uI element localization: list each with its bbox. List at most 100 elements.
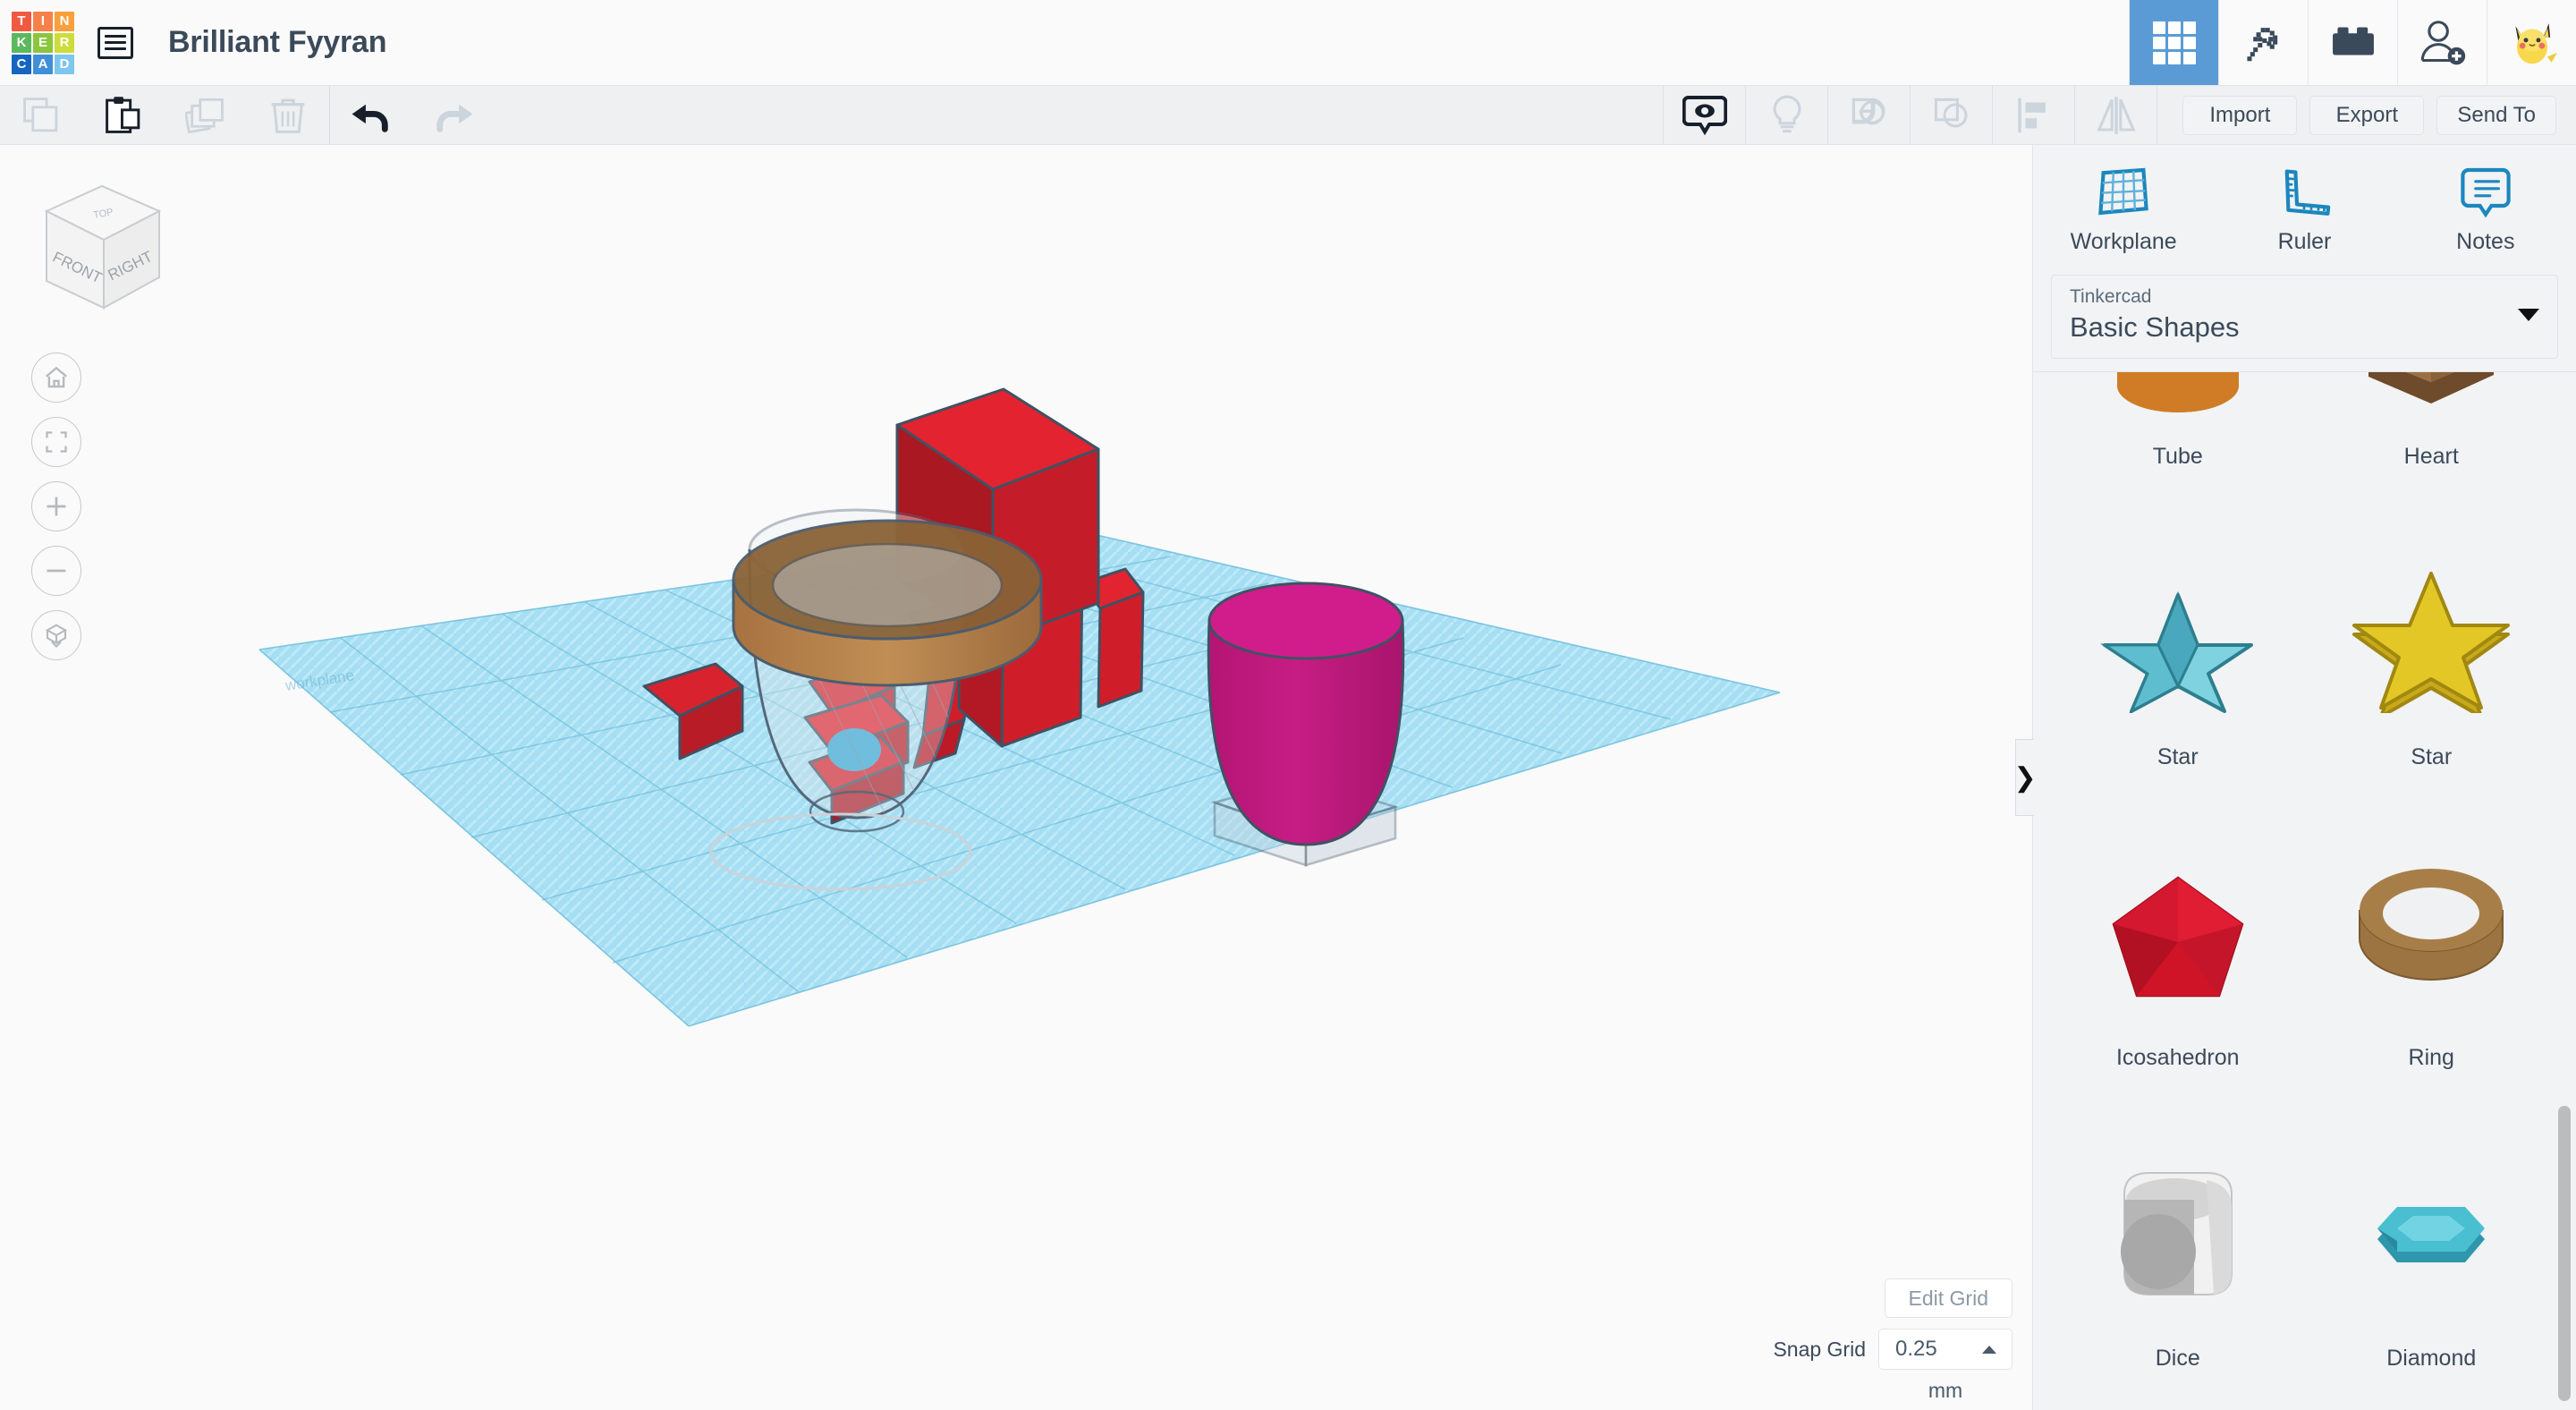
magenta-cup[interactable]	[1207, 582, 1405, 846]
ruler-icon	[2285, 169, 2331, 216]
copy-button[interactable]	[0, 86, 82, 144]
io-button-group: Import Export Send To	[2157, 86, 2576, 144]
logo-tile-c: C	[12, 54, 31, 74]
shape-library-source: Tinkercad	[2070, 286, 2152, 307]
shape-dice[interactable]: Dice	[2051, 1122, 2305, 1410]
duplicate-icon	[185, 98, 224, 133]
mirror-icon	[2097, 96, 2136, 134]
pikachu-avatar-icon	[2514, 22, 2557, 64]
lego-brick-icon	[2332, 26, 2374, 55]
dice-icon	[2051, 1122, 2305, 1346]
fit-brackets-icon	[46, 431, 67, 453]
export-button[interactable]: Export	[2309, 95, 2425, 135]
redo-arrow-icon	[436, 104, 473, 132]
show-hide-button[interactable]	[1663, 86, 1745, 144]
design-canvas[interactable]: workplane FRONT RIGHT TOP Edit Grid Snap…	[0, 145, 2032, 1410]
send-to-button[interactable]: Send To	[2436, 95, 2556, 135]
grid-controls: Edit Grid Snap Grid 0.25 mm	[1744, 1278, 2012, 1403]
shape-label: Star	[2157, 744, 2199, 769]
trash-icon	[271, 98, 305, 133]
logo-tile-n: N	[55, 11, 74, 31]
logo-tile-i: I	[33, 11, 53, 31]
duplicate-button[interactable]	[165, 86, 247, 144]
shape-ring[interactable]: Ring	[2305, 821, 2559, 1122]
undo-button[interactable]	[330, 86, 412, 144]
chevron-down-icon	[2518, 309, 2539, 321]
undo-arrow-icon	[352, 104, 388, 132]
list-document-icon	[97, 26, 133, 59]
shape-star-teal[interactable]: Star	[2051, 521, 2305, 821]
diamond-icon	[2305, 1122, 2559, 1346]
logo-tile-a: A	[33, 54, 53, 74]
panel-scrollbar[interactable]	[2558, 1106, 2571, 1401]
codeblocks-button[interactable]	[2218, 0, 2308, 85]
shape-diamond[interactable]: Diamond	[2305, 1122, 2559, 1410]
brown-ring[interactable]	[732, 519, 1043, 687]
document-menu-button[interactable]	[86, 0, 145, 85]
main-area: workplane FRONT RIGHT TOP Edit Grid Snap…	[0, 145, 2576, 1410]
notes-tool[interactable]: Notes	[2410, 165, 2562, 255]
main-toolbar: Import Export Send To	[0, 86, 2576, 145]
shape-label: Ring	[2408, 1045, 2454, 1070]
logo-tile-d: D	[55, 54, 74, 74]
blocks-button[interactable]	[2308, 0, 2397, 85]
tinkercad-logo[interactable]: TIN KER CAD	[0, 0, 86, 85]
logo-tile-t: T	[12, 11, 31, 31]
delete-button[interactable]	[247, 86, 329, 144]
logo-tile-r: R	[55, 32, 74, 53]
view-cube[interactable]: FRONT RIGHT TOP	[20, 165, 181, 326]
tube-icon	[2051, 372, 2305, 444]
top-bar: TIN KER CAD Brilliant Fyyran	[0, 0, 2576, 86]
logo-tile-k: K	[12, 32, 31, 53]
group-button[interactable]	[1827, 86, 1910, 144]
import-button[interactable]: Import	[2182, 95, 2298, 135]
notes-bubble-icon	[2461, 167, 2511, 218]
panel-collapse-button[interactable]: ❯	[2013, 739, 2037, 816]
shape-list[interactable]: Tube Heart Star Star Icosahedron Ring Di…	[2033, 372, 2576, 1410]
home-view-button[interactable]	[31, 352, 81, 403]
ortho-cube-icon	[45, 624, 68, 649]
mirror-button[interactable]	[2074, 86, 2157, 144]
star-yellow-icon	[2305, 521, 2559, 744]
hint-button[interactable]	[1745, 86, 1827, 144]
snap-grid-select[interactable]: 0.25	[1878, 1329, 2012, 1370]
shape-icosahedron[interactable]: Icosahedron	[2051, 821, 2305, 1122]
zoom-in-button[interactable]	[31, 481, 81, 531]
perspective-toggle-button[interactable]	[31, 610, 81, 660]
invite-button[interactable]	[2397, 0, 2487, 85]
shape-heart[interactable]: Heart	[2305, 372, 2559, 521]
copy-icon	[23, 97, 58, 132]
shape-label: Dice	[2155, 1346, 2200, 1371]
shape-tube[interactable]: Tube	[2051, 372, 2305, 521]
ruler-tool[interactable]: Ruler	[2228, 165, 2380, 255]
zoom-out-button[interactable]	[31, 546, 81, 596]
grid-view-button[interactable]	[2129, 0, 2218, 85]
redo-button[interactable]	[412, 86, 495, 144]
edit-tool-group	[0, 86, 495, 144]
shapes-panel: ❯ Workplane Ruler Notes Tinkercad Basic …	[2013, 145, 2576, 1410]
align-button[interactable]	[1992, 86, 2074, 144]
shape-label: Heart	[2403, 444, 2459, 469]
eye-bubble-icon	[1682, 95, 1727, 135]
fit-to-view-button[interactable]	[31, 417, 81, 467]
chevron-up-icon	[1982, 1346, 1996, 1354]
logo-tile-e: E	[33, 32, 53, 53]
view-control-buttons	[31, 352, 81, 660]
shape-library-value: Basic Shapes	[2070, 311, 2240, 343]
snap-grid-value: 0.25	[1895, 1337, 1937, 1361]
3d-viewport[interactable]: workplane	[0, 145, 2032, 1410]
paste-icon	[106, 96, 140, 133]
shape-library-select[interactable]: Tinkercad Basic Shapes	[2051, 275, 2558, 359]
shape-star-yellow[interactable]: Star	[2305, 521, 2559, 821]
edit-grid-button[interactable]: Edit Grid	[1884, 1278, 2012, 1318]
ungroup-button[interactable]	[1910, 86, 1992, 144]
paste-button[interactable]	[82, 86, 165, 144]
workplane-tool-label: Workplane	[2070, 229, 2177, 254]
panel-tool-row: Workplane Ruler Notes	[2033, 145, 2576, 271]
avatar-button[interactable]	[2487, 0, 2576, 85]
snap-grid-row: Snap Grid 0.25	[1773, 1329, 2012, 1370]
workplane-tool[interactable]: Workplane	[2047, 165, 2199, 255]
lightbulb-icon	[1773, 95, 1801, 132]
